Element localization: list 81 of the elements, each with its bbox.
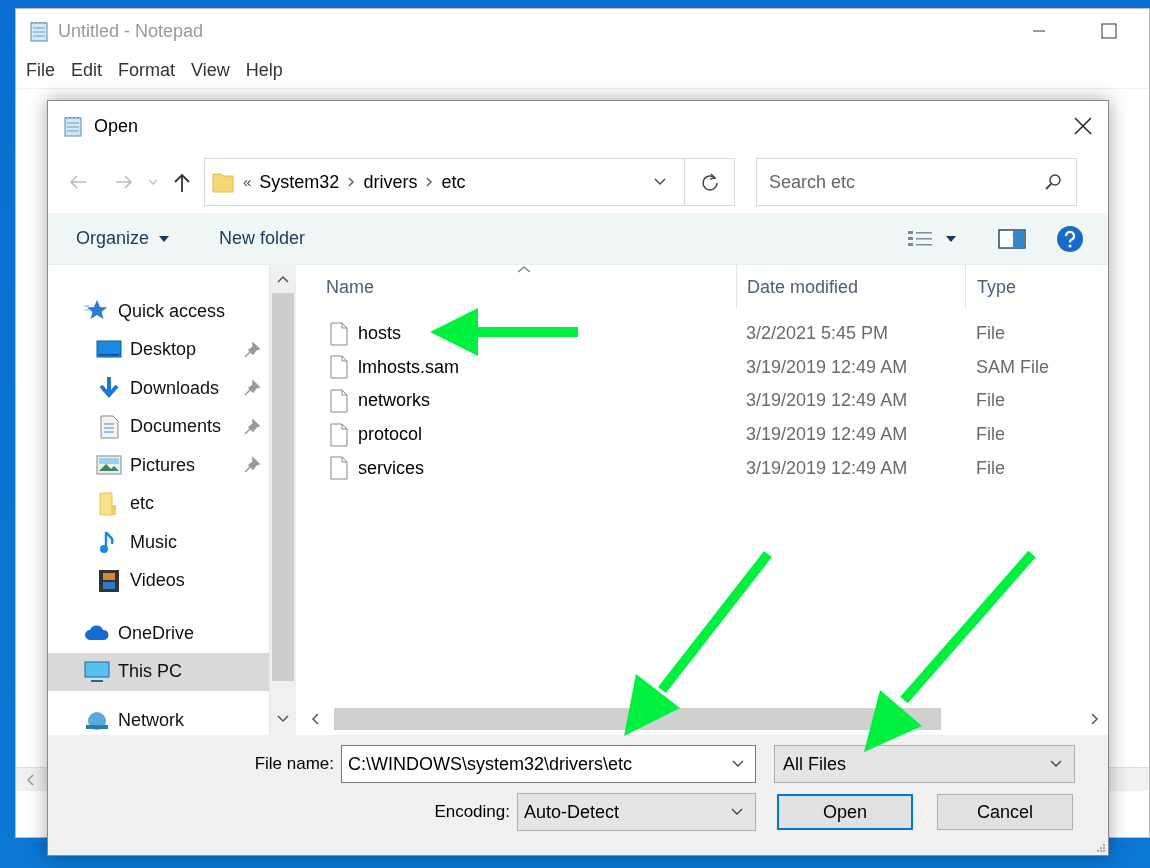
file-name[interactable]: hosts bbox=[358, 320, 402, 348]
dialog-button[interactable]: Cancel bbox=[937, 794, 1073, 830]
pin-icon bbox=[243, 417, 262, 436]
type-cell-text: File bbox=[975, 322, 1006, 346]
pin-icon bbox=[243, 379, 262, 398]
field-label: Encoding: bbox=[433, 801, 511, 824]
file-icon bbox=[328, 389, 350, 413]
type-cell-text: File bbox=[975, 389, 1006, 413]
menu-item[interactable]: Format bbox=[118, 57, 176, 84]
date-cell-text: 3/19/2019 12:49 AM bbox=[745, 423, 909, 447]
breadcrumb[interactable]: System32 bbox=[259, 168, 340, 196]
column-header[interactable]: Type bbox=[965, 265, 1108, 309]
encoding-dropdown[interactable]: Auto-Detect bbox=[517, 793, 756, 831]
toolbar-button[interactable]: Organize bbox=[76, 225, 172, 252]
up-icon[interactable] bbox=[172, 171, 192, 193]
date-cell-text: 3/19/2019 12:49 AM bbox=[745, 355, 909, 379]
date-cell-text: 3/2/2021 5:45 PM bbox=[745, 322, 890, 346]
caret-icon bbox=[157, 233, 172, 244]
file-icon bbox=[328, 456, 350, 481]
file-icon bbox=[328, 321, 350, 346]
date-cell-text: 3/19/2019 12:49 AM bbox=[745, 456, 909, 480]
file-icon bbox=[328, 422, 350, 447]
scroll-left-icon bbox=[24, 772, 36, 787]
notepad-icon bbox=[62, 115, 84, 137]
menu-item[interactable]: Edit bbox=[71, 57, 103, 84]
breadcrumb-overflow[interactable]: « bbox=[243, 170, 252, 194]
file-name[interactable]: lmhosts.sam bbox=[358, 353, 460, 381]
nav-item[interactable]: etc bbox=[48, 484, 270, 523]
maximize-icon[interactable] bbox=[1099, 21, 1119, 41]
file-icon bbox=[328, 355, 350, 380]
search-field[interactable]: Search etc bbox=[756, 158, 1077, 206]
date-cell-text: 3/19/2019 12:49 AM bbox=[745, 389, 909, 413]
nav-item[interactable]: Network bbox=[48, 701, 270, 735]
file-name-field[interactable]: C:\WINDOWS\system32\drivers\etc bbox=[341, 745, 756, 783]
pc-icon bbox=[84, 658, 110, 685]
file-name[interactable]: networks bbox=[358, 387, 431, 415]
search-icon bbox=[1043, 172, 1063, 192]
scroll-up-icon[interactable] bbox=[275, 273, 290, 285]
help-icon[interactable] bbox=[1056, 224, 1084, 253]
nav-item[interactable]: Music bbox=[48, 523, 270, 562]
sort-ascending-icon bbox=[517, 265, 531, 273]
window-title: Untitled - Notepad bbox=[58, 19, 204, 43]
nav-item[interactable]: Desktop bbox=[48, 330, 270, 369]
breadcrumb[interactable]: drivers bbox=[363, 168, 418, 196]
caret-icon[interactable] bbox=[944, 233, 958, 244]
nav-item[interactable]: This PC bbox=[48, 652, 270, 691]
toolbar-button[interactable]: New folder bbox=[219, 225, 306, 252]
scroll-down-icon[interactable] bbox=[275, 713, 290, 725]
nav-item[interactable]: Quick access bbox=[48, 292, 270, 331]
field-label: File name: bbox=[253, 753, 335, 776]
dialog-button[interactable]: Open bbox=[777, 794, 913, 830]
resize-grip-icon[interactable] bbox=[1096, 843, 1106, 853]
nav-item[interactable]: OneDrive bbox=[48, 614, 270, 653]
nav-item[interactable]: Documents bbox=[48, 407, 270, 446]
type-cell-text: File bbox=[975, 423, 1006, 447]
pin-icon bbox=[243, 340, 262, 359]
refresh-icon[interactable] bbox=[699, 172, 720, 192]
breadcrumb[interactable]: etc bbox=[441, 168, 466, 196]
file-type-dropdown[interactable]: All Files bbox=[774, 745, 1075, 783]
nav-item[interactable]: Pictures bbox=[48, 446, 270, 485]
dialog-title: Open bbox=[94, 114, 139, 138]
scroll-thumb[interactable] bbox=[271, 293, 294, 681]
menu-item[interactable]: View bbox=[191, 57, 230, 84]
nav-item[interactable]: Videos bbox=[48, 561, 270, 600]
menu-item[interactable]: Help bbox=[245, 57, 283, 84]
menu-item[interactable]: File bbox=[26, 57, 55, 84]
scrollbar[interactable] bbox=[269, 265, 295, 735]
nav-item[interactable]: Downloads bbox=[48, 369, 270, 408]
type-cell-text: File bbox=[975, 456, 1006, 480]
type-cell-text: SAM File bbox=[975, 355, 1050, 379]
videos-icon bbox=[96, 567, 122, 594]
file-name[interactable]: protocol bbox=[358, 421, 423, 449]
notepad-icon bbox=[28, 20, 50, 42]
folder-icon bbox=[211, 170, 235, 194]
file-name[interactable]: services bbox=[358, 454, 424, 482]
address-bar[interactable]: « System32 drivers etc bbox=[204, 158, 735, 206]
preview-pane-icon[interactable] bbox=[998, 227, 1026, 250]
column-header[interactable]: Name bbox=[302, 265, 736, 309]
pin-icon bbox=[243, 456, 262, 475]
close-icon[interactable] bbox=[1072, 115, 1094, 137]
column-header[interactable]: Date modified bbox=[736, 265, 965, 309]
